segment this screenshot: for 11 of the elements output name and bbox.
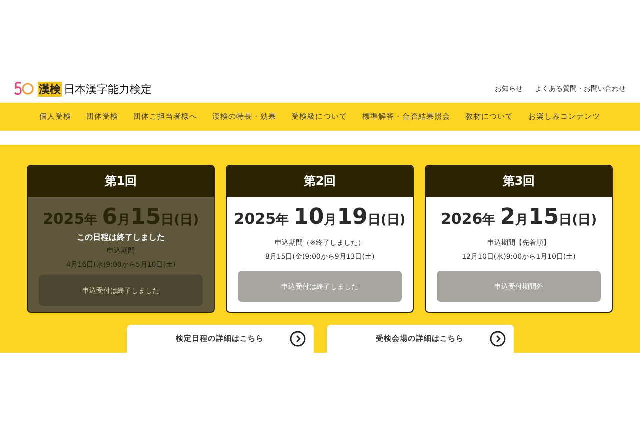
- logo-text: 日本漢字能力検定: [64, 82, 152, 96]
- exam-date: 2026年 2月 15日(日): [440, 207, 598, 229]
- ended-label: この日程は終了しました: [77, 232, 165, 243]
- exam-date: 2025年 10月 19 日(日): [234, 207, 406, 229]
- session-title: 第2回: [227, 166, 413, 197]
- chevron-circle-icon: [290, 331, 306, 347]
- chevron-circle-icon: [490, 331, 506, 347]
- session-title: 第1回: [28, 166, 214, 197]
- logo-badge: 漢検: [38, 82, 62, 96]
- anniversary-logo-icon: [14, 81, 36, 97]
- session-title: 第3回: [426, 166, 612, 197]
